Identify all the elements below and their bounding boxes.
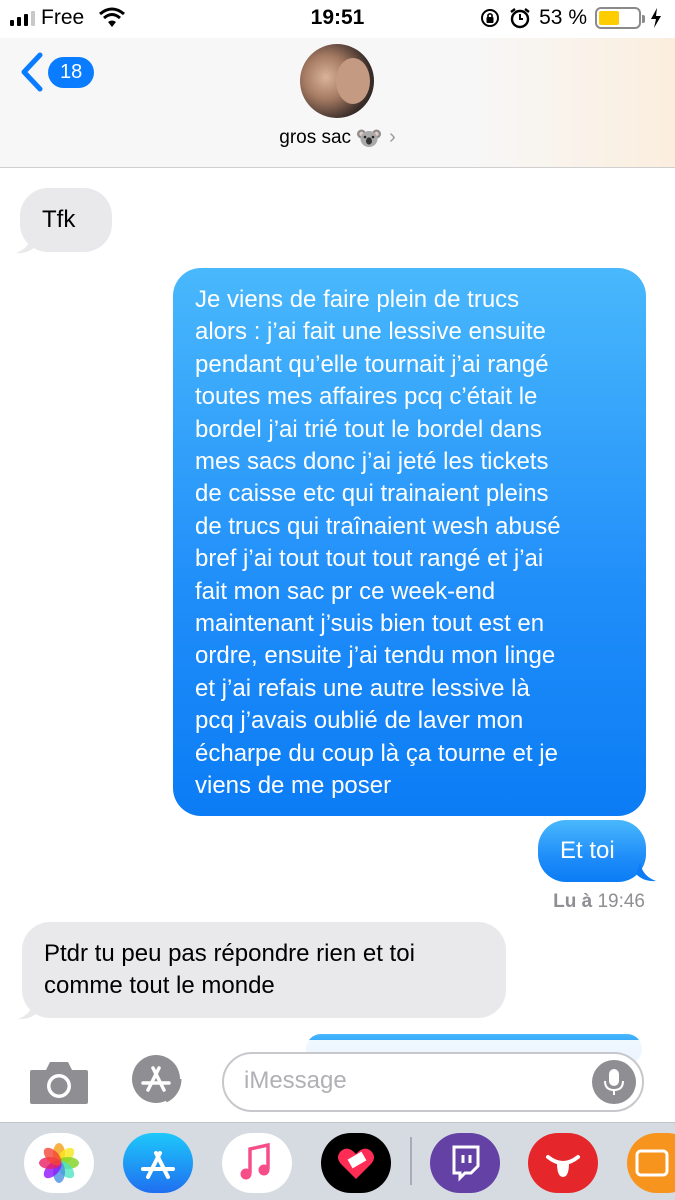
message-line: alors : j’ai fait une lessive ensuite [195,318,546,346]
message-line: pcq j’avais oublié de laver mon [195,707,524,735]
bubble-tail [18,1000,38,1020]
camera-icon[interactable] [28,1058,90,1106]
drawer-divider [410,1137,412,1185]
message-line: bordel j’ai trié tout le bordel dans [195,415,542,443]
orientation-lock-icon [481,9,500,27]
back-button[interactable]: 18 [18,52,95,92]
imessage-field[interactable] [222,1052,644,1112]
chevron-left-icon [21,52,43,92]
microphone-icon [604,1069,624,1095]
incoming-message-bubble[interactable]: Ptdr tu peu pas répondre rien et toi com… [22,922,506,1018]
dictation-button[interactable] [592,1060,636,1104]
message-line: viens de me poser [195,772,392,800]
battery-icon [595,7,645,29]
twitch-app-icon[interactable] [430,1133,500,1193]
outgoing-message-bubble[interactable]: Et toi [538,820,646,882]
tongue-sticker-app-icon[interactable] [528,1133,598,1193]
message-line: et j’ai refais une autre lessive là [195,674,530,702]
message-line: mes sacs donc j’ai jeté les tickets [195,448,549,476]
message-text: Tfk [42,206,76,233]
message-line: ordre, ensuite j’ai tendu mon linge [195,642,556,670]
message-line: fait mon sac pr ce week-end [195,577,496,605]
charging-icon [651,8,661,28]
message-line: de caisse etc qui trainaient pleins [195,480,549,508]
message-line: Ptdr tu peu pas répondre rien et toi [44,940,415,967]
contact-details-button[interactable]: gros sac › [0,126,675,149]
orange-app-icon[interactable] [627,1133,675,1193]
message-line: bref j’ai tout tout tout rangé et j’ai [195,545,544,573]
battery-percent: 53 % [539,6,587,29]
battery-level-fill [599,11,620,25]
message-line: toutes mes affaires pcq c’était le [195,383,538,411]
heart-sticker-app-icon[interactable] [321,1133,391,1193]
read-receipt: Lu à 19:46 [553,891,645,913]
message-line: de trucs qui traînaient wesh abusé [195,512,561,540]
contact-avatar[interactable] [300,44,374,118]
message-line: écharpe du coup là ça tourne et je [195,739,558,767]
message-line: comme tout le monde [44,972,275,1000]
bubble-tail [16,234,36,254]
app-store-button-icon[interactable] [126,1054,188,1104]
status-right: 53 % [479,6,663,30]
avatar-photo [336,58,370,104]
message-line: maintenant j’suis bien tout est en [195,610,545,638]
status-bar: Free 19:51 53 % [0,0,675,38]
outgoing-message-bubble[interactable]: Je viens de faire plein de trucs alors :… [173,268,646,816]
message-line: pendant qu’elle tournait j’ai rangé [195,350,549,378]
read-receipt-label: Lu à [553,891,593,912]
unread-count-badge: 18 [48,56,95,88]
bubble-tail [636,862,656,882]
contact-name: gros sac [279,126,352,148]
read-receipt-time: 19:46 [597,891,645,912]
message-text: Et toi [560,837,615,864]
photos-app-icon[interactable] [24,1133,94,1193]
message-input[interactable] [244,1067,584,1095]
app-drawer [0,1122,675,1200]
app-store-icon[interactable] [123,1133,193,1193]
chevron-right-icon: › [389,126,396,148]
music-app-icon[interactable] [222,1133,292,1193]
alarm-icon [510,8,530,29]
message-line: Je viens de faire plein de trucs [195,286,520,313]
message-composer [0,1040,675,1122]
conversation-header: 18 gros sac › [0,38,675,168]
koala-emoji-icon [357,129,382,147]
